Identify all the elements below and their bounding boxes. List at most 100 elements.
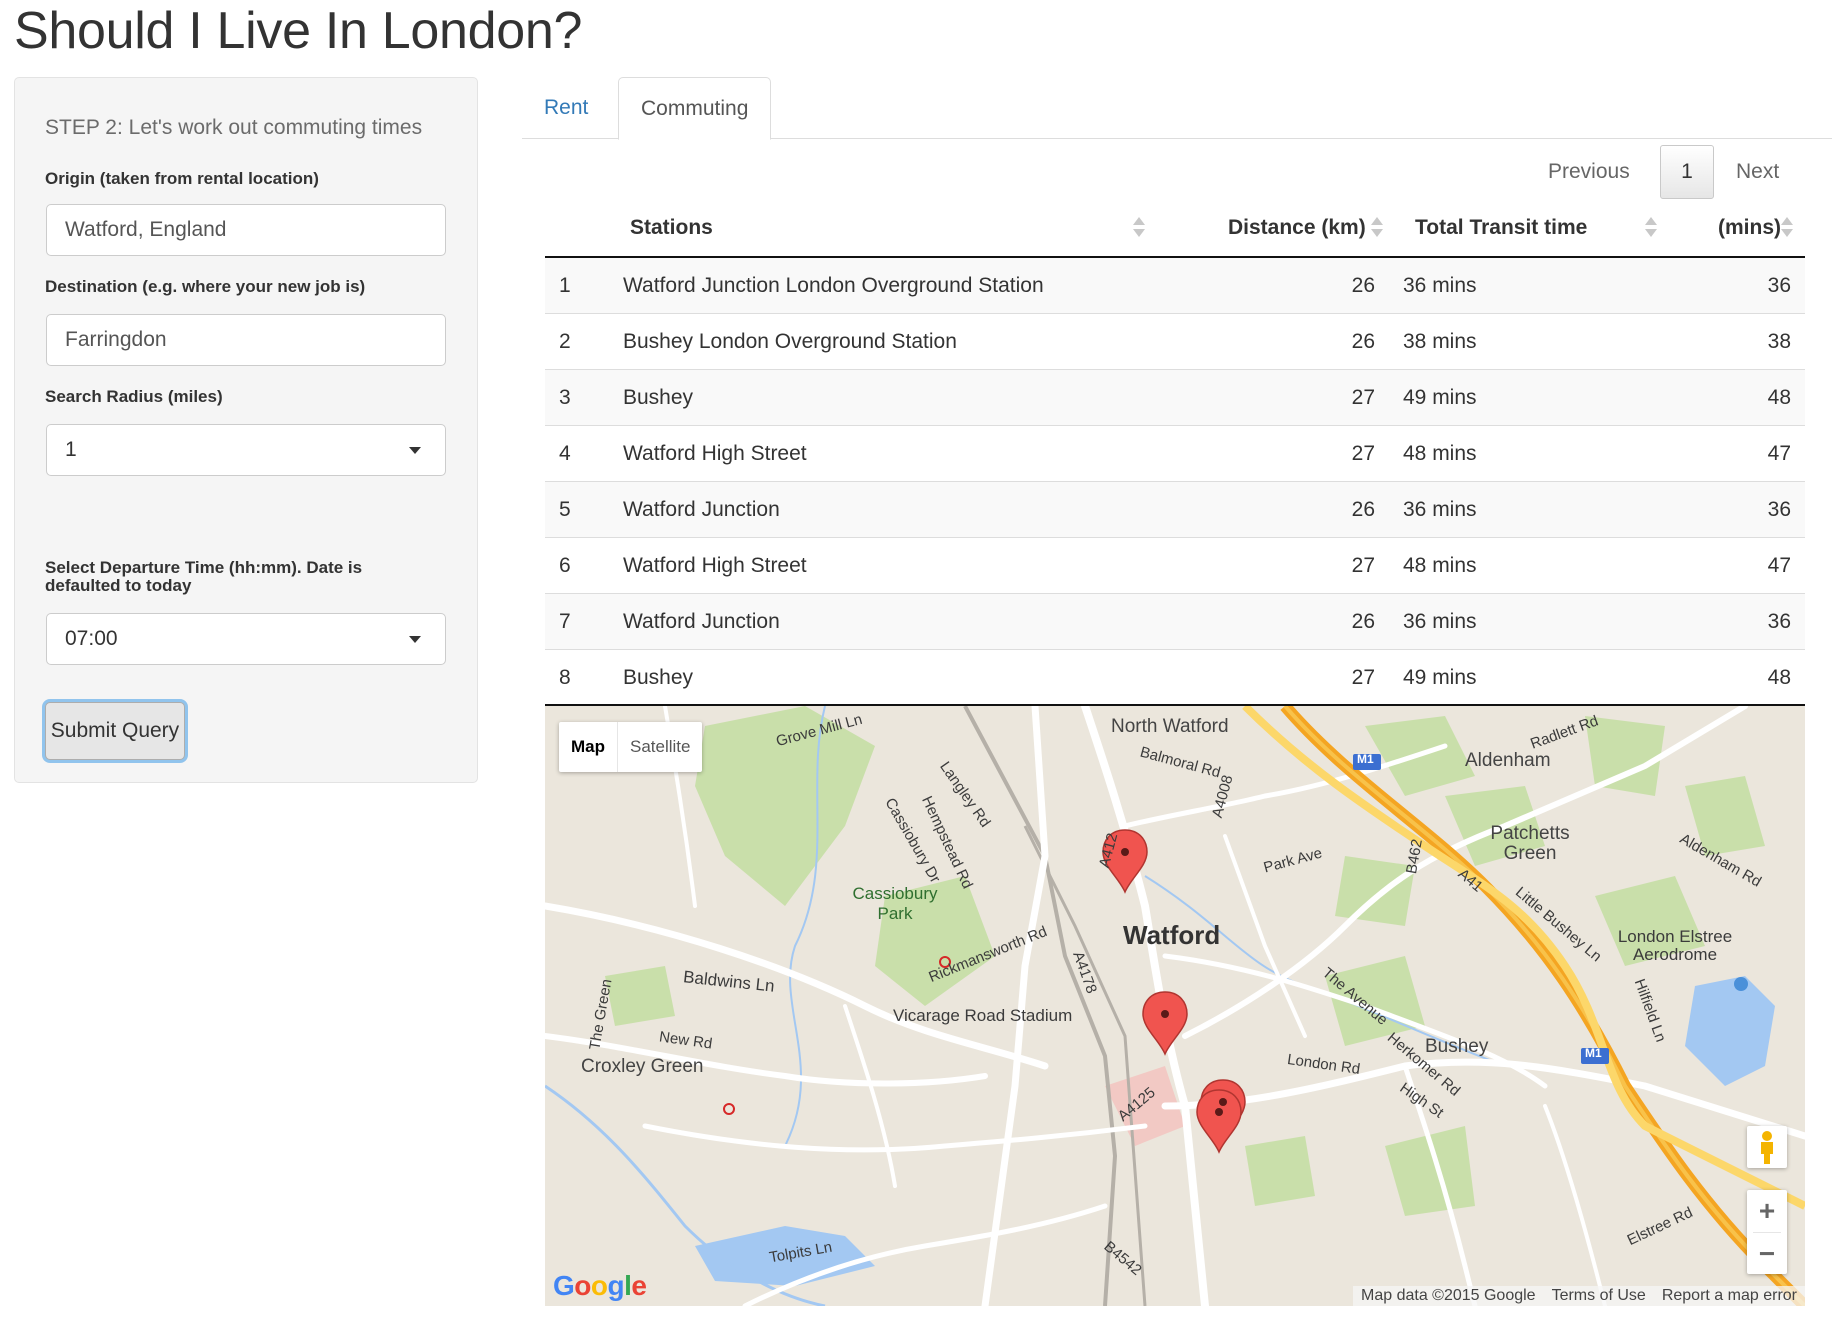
map-label: M1 — [1585, 1046, 1602, 1060]
row-index: 5 — [559, 498, 571, 521]
map-label: Watford — [1123, 920, 1221, 950]
pagination-previous[interactable]: Previous — [1548, 145, 1630, 199]
row-transit: 36 mins — [1403, 610, 1477, 633]
radius-select[interactable]: 1 — [46, 424, 446, 476]
row-transit: 48 mins — [1403, 442, 1477, 465]
google-logo: Google — [553, 1270, 647, 1301]
table-row[interactable]: 2 Bushey London Overground Station 26 38… — [545, 314, 1805, 370]
map-type-control: Map Satellite — [559, 722, 703, 772]
row-transit: 48 mins — [1403, 554, 1477, 577]
sidebar-panel: STEP 2: Let's work out commuting times O… — [14, 77, 478, 783]
row-station: Bushey — [623, 386, 694, 409]
sort-icon[interactable] — [1133, 217, 1145, 239]
row-transit: 49 mins — [1403, 386, 1477, 409]
row-transit: 36 mins — [1403, 498, 1477, 521]
row-transit: 49 mins — [1403, 666, 1477, 689]
row-distance: 27 — [1351, 442, 1375, 465]
row-station: Watford Junction London Overground Stati… — [623, 274, 1044, 297]
radius-label: Search Radius (miles) — [45, 387, 223, 406]
column-header-stations[interactable]: Stations — [630, 200, 713, 256]
row-mins: 47 — [1767, 442, 1791, 465]
row-mins: 36 — [1767, 610, 1791, 633]
row-distance: 27 — [1351, 554, 1375, 577]
table-header: Stations Distance (km) Total Transit tim… — [545, 200, 1805, 258]
zoom-in-button[interactable]: + — [1747, 1190, 1787, 1232]
column-header-mins[interactable]: (mins) — [1718, 200, 1781, 256]
row-distance: 27 — [1351, 386, 1375, 409]
origin-input[interactable] — [46, 204, 446, 256]
map-label: Aldenham — [1465, 750, 1551, 771]
pagination-page-1[interactable]: 1 — [1660, 145, 1714, 199]
submit-query-button[interactable]: Submit Query — [45, 702, 185, 760]
chevron-down-icon — [409, 636, 421, 643]
table-row[interactable]: 6 Watford High Street 27 48 mins 47 — [545, 538, 1805, 594]
sort-icon[interactable] — [1645, 217, 1657, 239]
sort-icon[interactable] — [1371, 217, 1383, 239]
row-station: Bushey London Overground Station — [623, 330, 957, 353]
tab-commuting[interactable]: Commuting — [618, 77, 772, 140]
map-label: London Elstree Aerodrome — [1617, 927, 1733, 964]
row-index: 4 — [559, 442, 571, 465]
row-index: 8 — [559, 666, 571, 689]
row-station: Bushey — [623, 666, 694, 689]
tab-rent[interactable]: Rent — [522, 77, 610, 139]
table-row[interactable]: 8 Bushey 27 49 mins 48 — [545, 650, 1805, 706]
origin-label: Origin (taken from rental location) — [45, 169, 319, 188]
pagination-next[interactable]: Next — [1736, 145, 1779, 199]
row-index: 7 — [559, 610, 571, 633]
terms-of-use-link[interactable]: Terms of Use — [1544, 1286, 1654, 1306]
row-distance: 26 — [1351, 610, 1375, 633]
table-row[interactable]: 7 Watford Junction 26 36 mins 36 — [545, 594, 1805, 650]
step-heading: STEP 2: Let's work out commuting times — [45, 116, 423, 139]
map-canvas[interactable] — [545, 706, 1805, 1306]
map-label: Patchetts Green — [1490, 823, 1570, 864]
row-mins: 38 — [1767, 330, 1791, 353]
destination-label: Destination (e.g. where your new job is) — [45, 277, 366, 296]
departure-label: Select Departure Time (hh:mm). Date is d… — [45, 558, 363, 595]
table-row[interactable]: 5 Watford Junction 26 36 mins 36 — [545, 482, 1805, 538]
departure-select[interactable]: 07:00 — [46, 613, 446, 665]
map-view[interactable]: North Watford Aldenham Patchetts Green C… — [545, 706, 1805, 1306]
map-label: Bushey — [1425, 1036, 1489, 1057]
table-row[interactable]: 4 Watford High Street 27 48 mins 47 — [545, 426, 1805, 482]
stations-table: 1 Watford Junction London Overground Sta… — [545, 258, 1805, 706]
row-mins: 48 — [1767, 666, 1791, 689]
row-index: 1 — [559, 274, 571, 297]
zoom-out-button[interactable]: − — [1747, 1233, 1787, 1275]
row-distance: 27 — [1351, 666, 1375, 689]
pegman-icon[interactable] — [1747, 1126, 1787, 1168]
chevron-down-icon — [409, 447, 421, 454]
departure-value: 07:00 — [65, 627, 118, 650]
row-transit: 36 mins — [1403, 274, 1477, 297]
map-label: Croxley Green — [581, 1056, 704, 1077]
sort-icon[interactable] — [1781, 217, 1793, 239]
report-map-error-link[interactable]: Report a map error — [1654, 1286, 1805, 1306]
row-station: Watford High Street — [623, 442, 807, 465]
row-station: Watford Junction — [623, 498, 780, 521]
map-footer: Map data ©2015 Google Terms of Use Repor… — [1353, 1286, 1805, 1306]
tab-bar: Rent Commuting — [522, 77, 1832, 140]
column-header-transit[interactable]: Total Transit time — [1415, 200, 1587, 256]
row-mins: 36 — [1767, 274, 1791, 297]
map-label: M1 — [1357, 752, 1374, 766]
row-station: Watford High Street — [623, 554, 807, 577]
map-label: North Watford — [1111, 716, 1229, 737]
row-distance: 26 — [1351, 498, 1375, 521]
map-label: Cassiobury Park — [852, 884, 938, 923]
row-transit: 38 mins — [1403, 330, 1477, 353]
row-mins: 48 — [1767, 386, 1791, 409]
row-index: 6 — [559, 554, 571, 577]
table-row[interactable]: 3 Bushey 27 49 mins 48 — [545, 370, 1805, 426]
row-distance: 26 — [1351, 330, 1375, 353]
radius-value: 1 — [65, 438, 77, 461]
zoom-control: + − — [1747, 1190, 1787, 1274]
table-row[interactable]: 1 Watford Junction London Overground Sta… — [545, 258, 1805, 314]
row-index: 3 — [559, 386, 571, 409]
map-type-satellite-button[interactable]: Satellite — [618, 722, 702, 772]
destination-input[interactable] — [46, 314, 446, 366]
column-header-distance[interactable]: Distance (km) — [1228, 200, 1366, 256]
row-distance: 26 — [1351, 274, 1375, 297]
map-data-attribution: Map data ©2015 Google — [1361, 1287, 1536, 1304]
map-type-map-button[interactable]: Map — [559, 722, 618, 772]
row-mins: 36 — [1767, 498, 1791, 521]
